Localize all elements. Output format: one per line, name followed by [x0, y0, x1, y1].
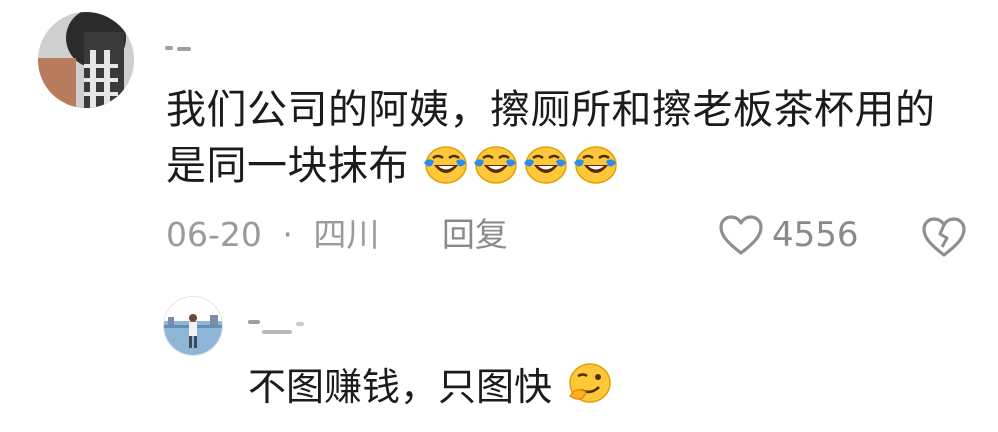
laugh-crying-emoji-icon: [524, 146, 567, 184]
meta-separator: ·: [282, 215, 293, 254]
commenter-name[interactable]: [165, 44, 193, 52]
laugh-crying-emoji-icon: [474, 146, 517, 184]
laugh-crying-emoji-icon: [424, 146, 467, 184]
comment-body: 我们公司的阿姨，擦厕所和擦老板茶杯用的是同一块抹布: [166, 82, 956, 194]
comment-date: 06-20: [166, 215, 262, 254]
replier-avatar[interactable]: [163, 296, 223, 356]
reply-body: 不图赚钱，只图快: [248, 360, 614, 414]
laugh-crying-emoji-icon: [574, 146, 617, 184]
heart-icon[interactable]: [718, 214, 764, 256]
smirk-thinking-emoji-icon: [569, 363, 611, 403]
like-button[interactable]: 4556: [718, 211, 859, 259]
broken-heart-icon[interactable]: [920, 214, 968, 258]
reply-text: 不图赚钱，只图快: [248, 365, 553, 409]
emoji-group: [422, 143, 622, 189]
avatar-photo: [164, 297, 222, 355]
comment-meta: 06-20 · 四川 回复: [166, 213, 508, 257]
commenter-avatar[interactable]: [38, 12, 134, 108]
like-count: 4556: [772, 215, 859, 255]
avatar-photo: [38, 12, 134, 108]
reply-button[interactable]: 回复: [442, 213, 508, 257]
replier-name[interactable]: [248, 316, 308, 346]
comment-location: 四川: [313, 215, 380, 254]
